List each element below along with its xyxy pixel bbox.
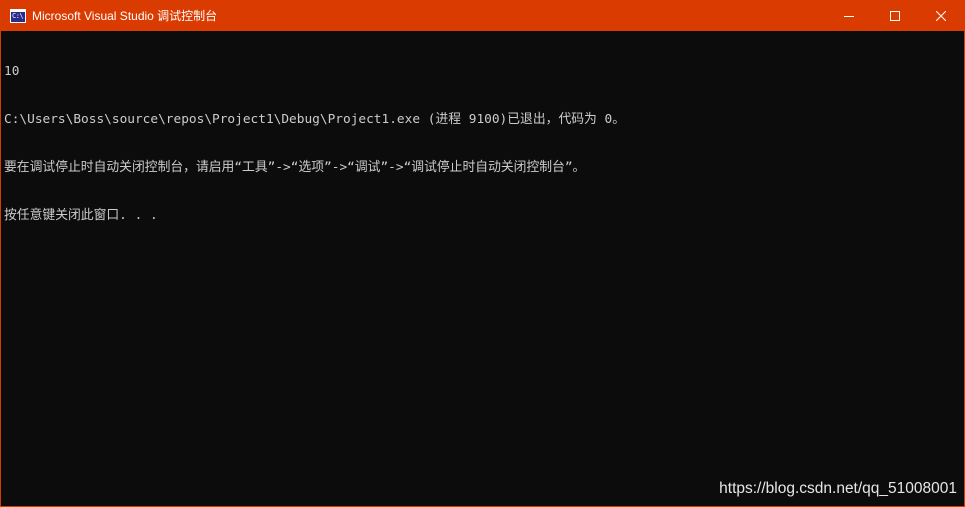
console-line: C:\Users\Boss\source\repos\Project1\Debu… [4, 112, 626, 127]
window-title: Microsoft Visual Studio 调试控制台 [32, 9, 218, 23]
watermark: https://blog.csdn.net/qq_51008001 [719, 480, 957, 497]
console-line: 10 [4, 64, 20, 79]
console-app-icon-text: C:\ [12, 11, 24, 20]
close-icon [936, 10, 946, 21]
maximize-icon [890, 10, 900, 21]
console-line: 要在调试停止时自动关闭控制台，请启用“工具”->“选项”->“调试”->“调试停… [4, 160, 586, 175]
minimize-button[interactable] [826, 0, 872, 31]
title-bar[interactable]: C:\ Microsoft Visual Studio 调试控制台 [1, 0, 964, 31]
close-button[interactable] [918, 0, 964, 31]
console-app-icon: C:\ [10, 8, 26, 23]
console-output[interactable]: 10 C:\Users\Boss\source\repos\Project1\D… [4, 31, 959, 501]
console-line: 按任意键关闭此窗口. . . [4, 208, 158, 223]
console-window: C:\ Microsoft Visual Studio 调试控制台 10 C:\… [0, 0, 965, 507]
maximize-button[interactable] [872, 0, 918, 31]
window-controls [826, 0, 964, 31]
minimize-icon [844, 15, 854, 17]
